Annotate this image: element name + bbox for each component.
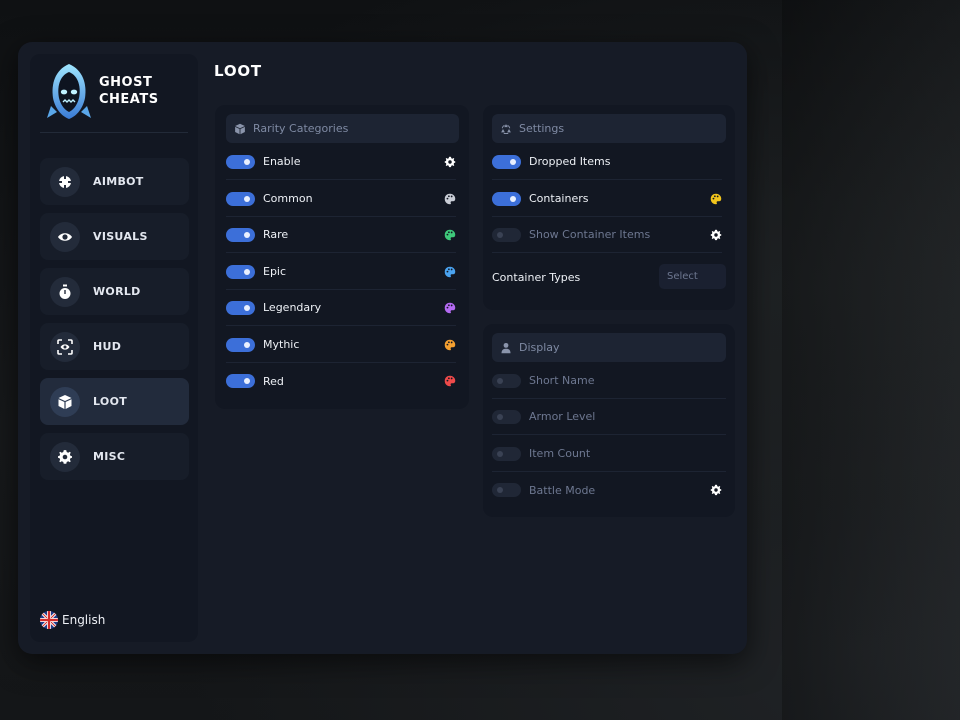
rare-toggle[interactable] — [226, 227, 255, 242]
brand-logo: GHOST CHEATS — [47, 62, 197, 120]
nav-world-label: WORLD — [93, 285, 141, 298]
epic-toggle[interactable] — [226, 264, 255, 279]
nav-hud-label: HUD — [93, 340, 122, 353]
crosshair-icon — [50, 166, 80, 197]
row-label: Dropped Items — [529, 155, 611, 168]
gear-icon[interactable] — [709, 484, 722, 497]
nav-aimbot[interactable]: AIMBOT — [40, 158, 189, 205]
gear-icon[interactable] — [443, 155, 456, 168]
rarity-row-mythic: Mythic — [226, 327, 456, 363]
row-label: Enable — [263, 155, 301, 168]
settings-row-show-container-items: Show Container Items — [492, 217, 722, 253]
container-types-select[interactable]: Select — [659, 264, 726, 289]
gear-icon[interactable] — [709, 228, 722, 241]
red-toggle[interactable] — [226, 374, 255, 388]
display-row-short-name: Short Name — [492, 363, 726, 399]
rarity-header: Rarity Categories — [226, 114, 459, 143]
nav-misc-label: MISC — [93, 450, 126, 463]
palette-icon[interactable] — [443, 228, 456, 241]
rarity-row-red: Red — [226, 363, 456, 399]
palette-icon[interactable] — [443, 192, 456, 205]
row-label: Common — [263, 192, 313, 205]
rarity-row-enable: Enable — [226, 144, 456, 180]
nav-aimbot-label: AIMBOT — [93, 175, 144, 188]
hud-scan-icon — [50, 331, 80, 362]
rarity-row-epic: Epic — [226, 254, 456, 290]
row-label: Armor Level — [529, 410, 596, 423]
row-label: Legendary — [263, 301, 322, 314]
row-label: Containers — [529, 192, 589, 205]
row-label: Item Count — [529, 447, 591, 460]
settings-header: Settings — [492, 114, 726, 143]
brand-divider — [40, 132, 188, 133]
display-row-battle-mode: Battle Mode — [492, 472, 722, 508]
legendary-toggle[interactable] — [226, 300, 255, 315]
row-label: Short Name — [529, 374, 595, 387]
nav-hud[interactable]: HUD — [40, 323, 189, 370]
settings-row-dropped-items: Dropped Items — [492, 144, 722, 180]
background-panel — [782, 0, 960, 720]
gear-icon — [50, 441, 80, 472]
language-label: English — [62, 613, 106, 627]
row-label: Show Container Items — [529, 228, 651, 241]
nav-misc[interactable]: MISC — [40, 433, 189, 480]
display-header-label: Display — [519, 341, 560, 354]
enable-toggle[interactable] — [226, 154, 255, 169]
palette-icon[interactable] — [443, 265, 456, 278]
nav-visuals-label: VISUALS — [93, 230, 148, 243]
user-icon — [501, 342, 511, 353]
display-row-armor-level: Armor Level — [492, 399, 726, 435]
nav-world[interactable]: WORLD — [40, 268, 189, 315]
rarity-header-label: Rarity Categories — [253, 122, 349, 135]
rarity-row-rare: Rare — [226, 217, 456, 253]
brand-line-1: GHOST — [99, 75, 153, 90]
row-label: Red — [263, 374, 284, 388]
rarity-row-common: Common — [226, 181, 456, 217]
row-label: Battle Mode — [529, 483, 596, 497]
ghost-hood-icon — [47, 64, 91, 119]
display-row-item-count: Item Count — [492, 436, 726, 472]
settings-row-containers: Containers — [492, 181, 722, 217]
recycle-icon — [501, 123, 511, 134]
stopwatch-icon — [50, 276, 80, 307]
palette-icon[interactable] — [709, 192, 722, 205]
eye-icon — [50, 221, 80, 252]
mythic-toggle[interactable] — [226, 337, 255, 352]
row-label: Mythic — [263, 338, 300, 351]
common-toggle[interactable] — [226, 191, 255, 206]
box-icon — [235, 123, 245, 134]
palette-icon[interactable] — [443, 375, 456, 388]
short-name-toggle[interactable] — [492, 373, 521, 388]
page-title: LOOT — [214, 62, 262, 80]
brand-name: GHOST CHEATS — [99, 74, 159, 108]
brand-line-2: CHEATS — [99, 92, 159, 107]
armor-level-toggle[interactable] — [492, 409, 521, 424]
display-header: Display — [492, 333, 726, 362]
nav-loot[interactable]: LOOT — [40, 378, 189, 425]
row-label: Epic — [263, 265, 287, 278]
item-count-toggle[interactable] — [492, 446, 521, 461]
nav-loot-label: LOOT — [93, 395, 128, 408]
box-icon — [50, 386, 80, 417]
show-container-items-toggle[interactable] — [492, 227, 521, 242]
settings-header-label: Settings — [519, 122, 565, 135]
language-selector[interactable]: English — [40, 611, 105, 629]
row-label: Rare — [263, 228, 289, 241]
uk-flag-icon — [40, 611, 58, 629]
palette-icon[interactable] — [443, 301, 456, 314]
containers-toggle[interactable] — [492, 191, 521, 206]
container-types-label: Container Types — [492, 271, 581, 284]
palette-icon[interactable] — [443, 338, 456, 351]
battle-mode-toggle[interactable] — [492, 483, 521, 497]
nav-visuals[interactable]: VISUALS — [40, 213, 189, 260]
dropped-items-toggle[interactable] — [492, 154, 521, 169]
rarity-row-legendary: Legendary — [226, 290, 456, 326]
